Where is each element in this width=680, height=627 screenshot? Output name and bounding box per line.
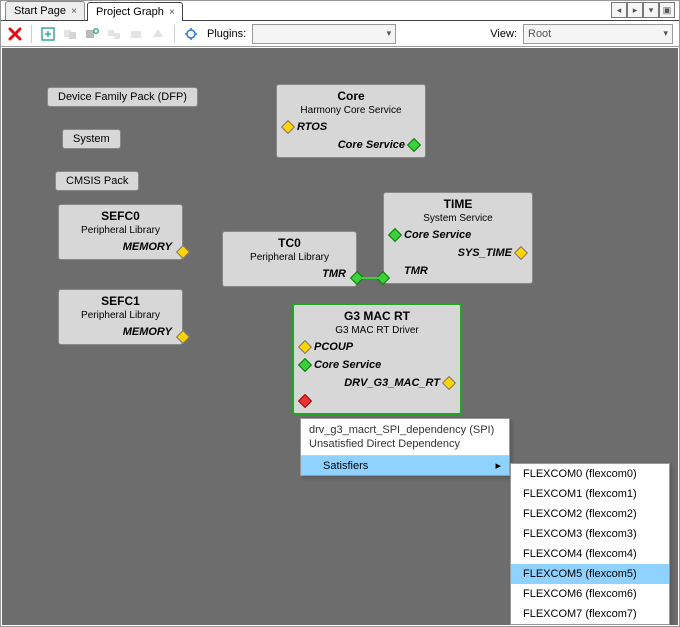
node-subtitle: System Service <box>388 212 528 226</box>
plugins-dropdown[interactable]: ▾ <box>252 24 396 44</box>
context-item-label: Satisfiers <box>309 460 368 472</box>
chevron-down-icon: ▾ <box>663 28 668 39</box>
plugins-label: Plugins: <box>207 28 246 40</box>
port-label: SYS_TIME <box>400 244 516 262</box>
context-title: drv_g3_macrt_SPI_dependency (SPI) <box>309 423 501 437</box>
port-label: MEMORY <box>65 323 176 341</box>
port-label: TMR <box>239 265 350 283</box>
separator <box>174 25 175 43</box>
submenu-item-flexcom2[interactable]: FLEXCOM2 (flexcom2) <box>511 504 669 524</box>
edge <box>362 277 379 279</box>
node-core[interactable]: Core Harmony Core Service RTOS Core Serv… <box>276 84 426 158</box>
port-label: Core Service <box>400 226 516 244</box>
context-menu: drv_g3_macrt_SPI_dependency (SPI) Unsati… <box>300 418 510 476</box>
add-button[interactable] <box>84 26 100 42</box>
up-button[interactable] <box>150 26 166 42</box>
node-title: TIME <box>388 196 528 212</box>
node-system[interactable]: System <box>62 129 121 149</box>
node-subtitle: Peripheral Library <box>63 309 178 323</box>
submenu-item-flexcom4[interactable]: FLEXCOM4 (flexcom4) <box>511 544 669 564</box>
view-dropdown[interactable]: Root ▾ <box>523 24 673 44</box>
tab-project-graph[interactable]: Project Graph × <box>87 2 183 21</box>
node-subtitle: G3 MAC RT Driver <box>298 324 456 338</box>
node-time[interactable]: TIME System Service Core Service SYS_TIM… <box>383 192 533 284</box>
node-title: TC0 <box>227 235 352 251</box>
node-sefc0[interactable]: SEFC0 Peripheral Library MEMORY <box>58 204 183 260</box>
node-subtitle: Peripheral Library <box>227 251 352 265</box>
port-label: Core Service <box>310 356 444 374</box>
node-title: G3 MAC RT <box>298 308 456 324</box>
tab-label: Start Page <box>14 5 66 17</box>
node-label: CMSIS Pack <box>66 175 128 187</box>
close-icon[interactable]: × <box>167 7 177 17</box>
context-header: drv_g3_macrt_SPI_dependency (SPI) Unsati… <box>301 419 509 456</box>
view-label: View: <box>490 28 517 40</box>
port-label: TMR <box>400 262 516 280</box>
submenu-item-flexcom5[interactable]: FLEXCOM5 (flexcom5) <box>511 564 669 584</box>
port-label: PCOUP <box>310 338 444 356</box>
tab-label: Project Graph <box>96 6 164 18</box>
chevron-down-icon: ▾ <box>387 28 392 39</box>
maximize-button[interactable]: ▣ <box>659 2 675 18</box>
tab-nav-controls: ◂ ▸ ▾ ▣ <box>611 2 675 18</box>
submenu-item-flexcom1[interactable]: FLEXCOM1 (flexcom1) <box>511 484 669 504</box>
ungroup-button[interactable] <box>106 26 122 42</box>
node-dfp[interactable]: Device Family Pack (DFP) <box>47 87 198 107</box>
port-label: Core Service <box>293 136 409 154</box>
port-label: MEMORY <box>65 238 176 256</box>
port-diamond[interactable] <box>442 376 456 390</box>
dropdown-button[interactable]: ▾ <box>643 2 659 18</box>
group-button[interactable] <box>62 26 78 42</box>
node-subtitle: Harmony Core Service <box>281 104 421 118</box>
submenu-item-flexcom7[interactable]: FLEXCOM7 (flexcom7) <box>511 604 669 624</box>
node-title: Core <box>281 88 421 104</box>
tab-start-page[interactable]: Start Page × <box>5 1 85 20</box>
port-label: DRV_G3_MAC_RT <box>310 374 444 392</box>
node-g3-mac-rt[interactable]: G3 MAC RT G3 MAC RT Driver PCOUP Core Se… <box>292 303 462 415</box>
port-diamond[interactable] <box>298 394 312 408</box>
graph-canvas[interactable]: Device Family Pack (DFP) System CMSIS Pa… <box>2 48 678 625</box>
submenu-item-flexcom3[interactable]: FLEXCOM3 (flexcom3) <box>511 524 669 544</box>
view-value: Root <box>528 28 551 40</box>
submenu-item-flexcom0[interactable]: FLEXCOM0 (flexcom0) <box>511 464 669 484</box>
node-cmsis[interactable]: CMSIS Pack <box>55 171 139 191</box>
tab-bar: Start Page × Project Graph × ◂ ▸ ▾ ▣ <box>1 1 679 21</box>
node-sefc1[interactable]: SEFC1 Peripheral Library MEMORY <box>58 289 183 345</box>
satisfiers-submenu: FLEXCOM0 (flexcom0)FLEXCOM1 (flexcom1)FL… <box>510 463 670 625</box>
node-label: System <box>73 133 110 145</box>
config-button[interactable] <box>128 26 144 42</box>
context-subtitle: Unsatisfied Direct Dependency <box>309 437 501 451</box>
port-diamond[interactable] <box>514 246 528 260</box>
node-title: SEFC0 <box>63 208 178 224</box>
new-button[interactable] <box>40 26 56 42</box>
scroll-right-button[interactable]: ▸ <box>627 2 643 18</box>
scroll-left-button[interactable]: ◂ <box>611 2 627 18</box>
fit-button[interactable] <box>183 26 199 42</box>
toolbar: Plugins: ▾ View: Root ▾ <box>1 21 679 47</box>
delete-button[interactable] <box>7 26 23 42</box>
node-title: SEFC1 <box>63 293 178 309</box>
submenu-item-flexcom6[interactable]: FLEXCOM6 (flexcom6) <box>511 584 669 604</box>
chevron-right-icon: ▸ <box>495 459 501 472</box>
close-icon[interactable]: × <box>69 6 79 16</box>
node-tc0[interactable]: TC0 Peripheral Library TMR <box>222 231 357 287</box>
node-label: Device Family Pack (DFP) <box>58 91 187 103</box>
port-diamond[interactable] <box>407 138 421 152</box>
node-subtitle: Peripheral Library <box>63 224 178 238</box>
context-item-satisfiers[interactable]: Satisfiers ▸ <box>301 456 509 475</box>
port-label: RTOS <box>293 118 409 136</box>
separator <box>31 25 32 43</box>
